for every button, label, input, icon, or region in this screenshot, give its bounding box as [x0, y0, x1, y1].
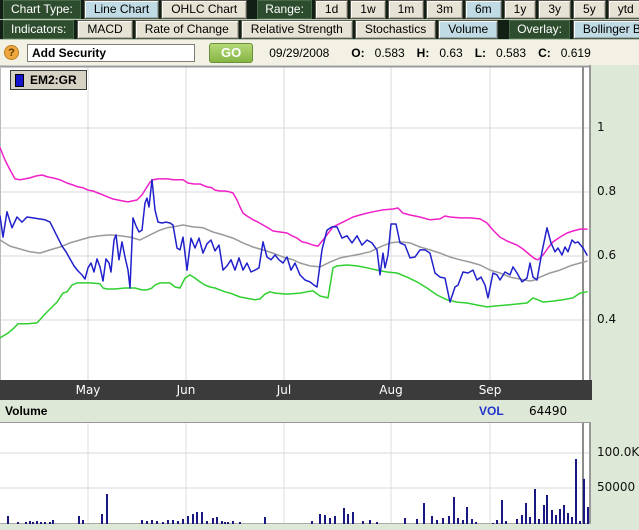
chart-type-button-line-chart[interactable]: Line Chart — [84, 0, 159, 19]
ohlc-label: O: — [351, 46, 364, 60]
volume-plot[interactable] — [0, 422, 592, 524]
go-button[interactable]: GO — [209, 43, 253, 63]
range-button-5y[interactable]: 5y — [573, 0, 606, 19]
ohlc-value: 0.583 — [375, 46, 405, 60]
volume-header: Volume VOL 64490 — [0, 400, 639, 422]
overlay-button-bollinger-bands[interactable]: Bollinger Bands — [573, 20, 639, 39]
ohlc-readout: O: 0.583 H: 0.63 L: 0.583 C: 0.619 — [339, 46, 590, 60]
chart-type-label: Chart Type: — [3, 0, 81, 19]
month-tick-jun: Jun — [177, 383, 196, 397]
indicators-label: Indicators: — [3, 20, 74, 39]
ohlc-pair-h-: H: 0.63 — [417, 46, 463, 60]
quote-date: 09/29/2008 — [269, 46, 329, 60]
month-tick-jul: Jul — [277, 383, 291, 397]
month-tick-aug: Aug — [379, 383, 402, 397]
range-button-1m[interactable]: 1m — [388, 0, 425, 19]
indicator-button-rate-of-change[interactable]: Rate of Change — [135, 20, 239, 39]
range-button-group: 1d1w1m3m6m1y3y5yytd — [315, 0, 639, 19]
price-ytick-0-4: 0.4 — [597, 312, 616, 326]
indicator-button-group: MACDRate of ChangeRelative StrengthStoch… — [77, 20, 498, 39]
help-icon[interactable]: ? — [4, 45, 19, 60]
ohlc-pair-l-: L: 0.583 — [475, 46, 526, 60]
ohlc-value: 0.619 — [561, 46, 591, 60]
bottom-margin — [0, 524, 639, 530]
volume-panel: 100.0K 50000 — [0, 422, 639, 524]
chart-type-button-group: Line ChartOHLC Chart — [84, 0, 247, 19]
ohlc-label: C: — [538, 46, 551, 60]
overlay-button-group: Bollinger Bands — [573, 20, 639, 39]
price-chart-area: EM2:GR 1 0.8 0.6 0.4 — [0, 65, 639, 380]
volume-ytick-50000: 50000 — [597, 480, 635, 494]
indicator-button-stochastics[interactable]: Stochastics — [355, 20, 436, 39]
range-button-3y[interactable]: 3y — [538, 0, 571, 19]
range-button-1y[interactable]: 1y — [504, 0, 537, 19]
vol-readout-value: 64490 — [529, 404, 567, 418]
series-color-swatch — [15, 74, 24, 87]
volume-title: Volume — [5, 404, 47, 418]
price-ytick-0-8: 0.8 — [597, 184, 616, 198]
range-button-6m[interactable]: 6m — [465, 0, 502, 19]
chart-type-toolbar: Chart Type: Line ChartOHLC Chart Range: … — [0, 0, 639, 20]
ohlc-pair-o-: O: 0.583 — [351, 46, 404, 60]
ohlc-pair-c-: C: 0.619 — [538, 46, 591, 60]
x-axis-bar: May Jun Jul Aug Sep — [0, 380, 592, 400]
quote-bar: ? GO 09/29/2008 O: 0.583 H: 0.63 L: 0.583 C: 0.… — [0, 40, 639, 65]
indicator-button-macd[interactable]: MACD — [77, 20, 132, 39]
ohlc-value: 0.63 — [439, 46, 462, 60]
quote-info: 09/29/2008 O: 0.583 H: 0.63 L: 0.583 C: 0.619 — [269, 46, 591, 60]
indicator-button-volume[interactable]: Volume — [438, 20, 498, 39]
legend-ticker: EM2:GR — [30, 73, 77, 87]
vol-readout-label: VOL — [479, 404, 504, 418]
ohlc-label: H: — [417, 46, 430, 60]
range-button-1d[interactable]: 1d — [315, 0, 348, 19]
indicator-button-relative-strength[interactable]: Relative Strength — [241, 20, 353, 39]
ohlc-value: 0.583 — [496, 46, 526, 60]
volume-ytick-100-0k: 100.0K — [597, 445, 639, 459]
price-ytick-1: 1 — [597, 120, 605, 134]
month-tick-sep: Sep — [479, 383, 502, 397]
range-label: Range: — [257, 0, 312, 19]
price-chart-plot[interactable] — [0, 65, 592, 380]
range-button-3m[interactable]: 3m — [426, 0, 463, 19]
add-security-input[interactable] — [27, 44, 195, 62]
indicators-toolbar: Indicators: MACDRate of ChangeRelative S… — [0, 20, 639, 40]
overlay-label: Overlay: — [509, 20, 570, 39]
range-button-ytd[interactable]: ytd — [608, 0, 639, 19]
legend-chip[interactable]: EM2:GR — [10, 70, 87, 90]
range-button-1w[interactable]: 1w — [350, 0, 385, 19]
month-tick-may: May — [76, 383, 101, 397]
price-ytick-0-6: 0.6 — [597, 248, 616, 262]
ohlc-label: L: — [475, 46, 486, 60]
chart-type-button-ohlc-chart[interactable]: OHLC Chart — [161, 0, 247, 19]
